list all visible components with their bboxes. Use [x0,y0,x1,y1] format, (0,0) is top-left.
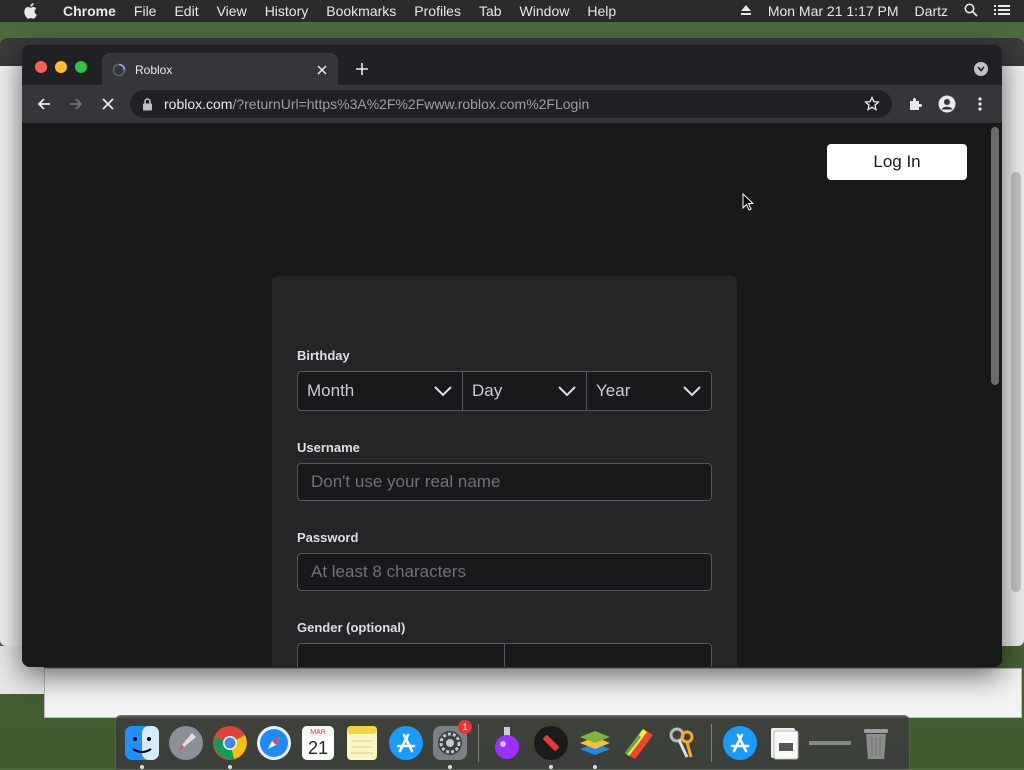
back-button[interactable] [34,94,54,114]
gender-option-male[interactable] [505,644,711,667]
chevron-down-icon [558,386,576,397]
password-input[interactable]: At least 8 characters [297,553,712,591]
menubar-user[interactable]: Dartz [907,3,956,19]
username-label: Username [297,440,360,455]
roblox-icon[interactable] [531,723,571,769]
menu-tab[interactable]: Tab [470,3,511,19]
background-window-bottom [44,668,1022,718]
colorful-app-icon[interactable] [619,723,659,763]
menu-view[interactable]: View [208,3,256,19]
apple-menu-icon[interactable] [20,0,40,22]
mouse-cursor-icon [742,193,754,211]
month-select-value: Month [307,381,355,400]
month-select[interactable]: Month [298,372,463,410]
notes-icon[interactable] [342,723,382,763]
day-select[interactable]: Day [463,372,587,410]
password-placeholder: At least 8 characters [311,562,466,581]
calendar-icon[interactable]: MAR 21 [298,723,338,763]
forward-button[interactable] [66,94,86,114]
minimize-window-button[interactable] [55,61,67,73]
extensions-puzzle-icon[interactable] [905,94,925,114]
username-input[interactable]: Don't use your real name [297,463,712,501]
background-scrollbar [1011,172,1021,592]
calendar-day-text: 21 [308,738,328,758]
launchpad-icon[interactable] [166,723,206,763]
background-window-edge [1002,92,1024,592]
eject-icon[interactable] [732,3,760,19]
tab-strip: Roblox [22,45,1002,87]
finder-icon[interactable] [122,723,162,769]
window-controls [35,61,87,73]
chrome-menu-icon[interactable] [970,94,990,114]
browser-toolbar: roblox.com/?returnUrl=https%3A%2F%2Fwww.… [22,85,1002,123]
signup-card: Birthday Month Day Year Username Don't u… [272,276,737,667]
close-tab-icon[interactable] [312,60,332,80]
loading-spinner-icon [112,63,126,77]
safari-icon[interactable] [254,723,294,763]
new-tab-button[interactable] [352,59,372,79]
chevron-down-icon [434,386,452,397]
page-scrollbar-thumb[interactable] [991,127,999,385]
app-store-icon[interactable] [720,723,760,763]
lock-icon[interactable] [142,97,154,111]
url-path: /?returnUrl=https%3A%2F%2Fwww.roblox.com… [232,96,590,112]
menu-help[interactable]: Help [578,3,625,19]
calendar-month-text: MAR [310,729,326,736]
tab-title: Roblox [135,63,173,77]
menu-app-name[interactable]: Chrome [54,3,125,19]
chevron-down-icon [683,386,701,397]
chrome-icon[interactable] [210,723,250,769]
zoom-window-button[interactable] [75,61,87,73]
birthday-selects: Month Day Year [297,371,712,411]
address-bar[interactable]: roblox.com/?returnUrl=https%3A%2F%2Fwww.… [130,90,892,118]
chrome-window: Roblox roblox.com/?returnUrl=https%3A%2F… [22,45,1002,667]
stop-loading-button[interactable] [98,94,118,114]
menubar-datetime[interactable]: Mon Mar 21 1:17 PM [760,3,907,19]
dock-separator [711,723,712,762]
potion-icon[interactable] [487,723,527,763]
page-content: Log In Birthday Month Day Year Username [22,123,988,667]
app-store-icon[interactable] [386,723,426,763]
bookmark-star-icon[interactable] [864,96,880,112]
trash-icon[interactable] [856,723,896,763]
close-window-button[interactable] [35,61,47,73]
password-label: Password [297,530,359,545]
menu-history[interactable]: History [256,3,318,19]
username-placeholder: Don't use your real name [311,472,501,491]
menu-profiles[interactable]: Profiles [405,3,470,19]
login-button[interactable]: Log In [827,144,967,180]
files-icon[interactable] [764,723,804,763]
menu-bookmarks[interactable]: Bookmarks [317,3,405,19]
gender-option-female[interactable] [298,644,505,667]
minimized-window-icon[interactable] [808,723,852,763]
keychain-icon[interactable] [663,723,703,763]
spotlight-search-icon[interactable] [956,3,986,20]
control-center-icon[interactable] [986,3,1024,19]
day-select-value: Day [472,381,503,400]
tab-roblox[interactable]: Roblox [102,53,338,87]
menu-window[interactable]: Window [511,3,579,19]
bluestacks-icon[interactable] [575,723,615,769]
gender-label: Gender (optional) [297,620,406,635]
tab-search-icon[interactable] [974,62,988,76]
macos-dock: MAR 21 1 [115,715,910,770]
menu-file[interactable]: File [125,3,166,19]
notification-badge: 1 [458,719,472,734]
menu-edit[interactable]: Edit [165,3,207,19]
url-domain: roblox.com [164,96,233,112]
year-select[interactable]: Year [587,372,711,410]
profile-avatar-icon[interactable] [937,94,957,114]
macos-menu-bar: Chrome File Edit View History Bookmarks … [0,0,1024,22]
birthday-label: Birthday [297,348,350,363]
dock-separator [478,723,479,762]
gender-options [297,643,712,667]
year-select-value: Year [596,381,631,400]
system-preferences-icon[interactable]: 1 [430,719,472,769]
